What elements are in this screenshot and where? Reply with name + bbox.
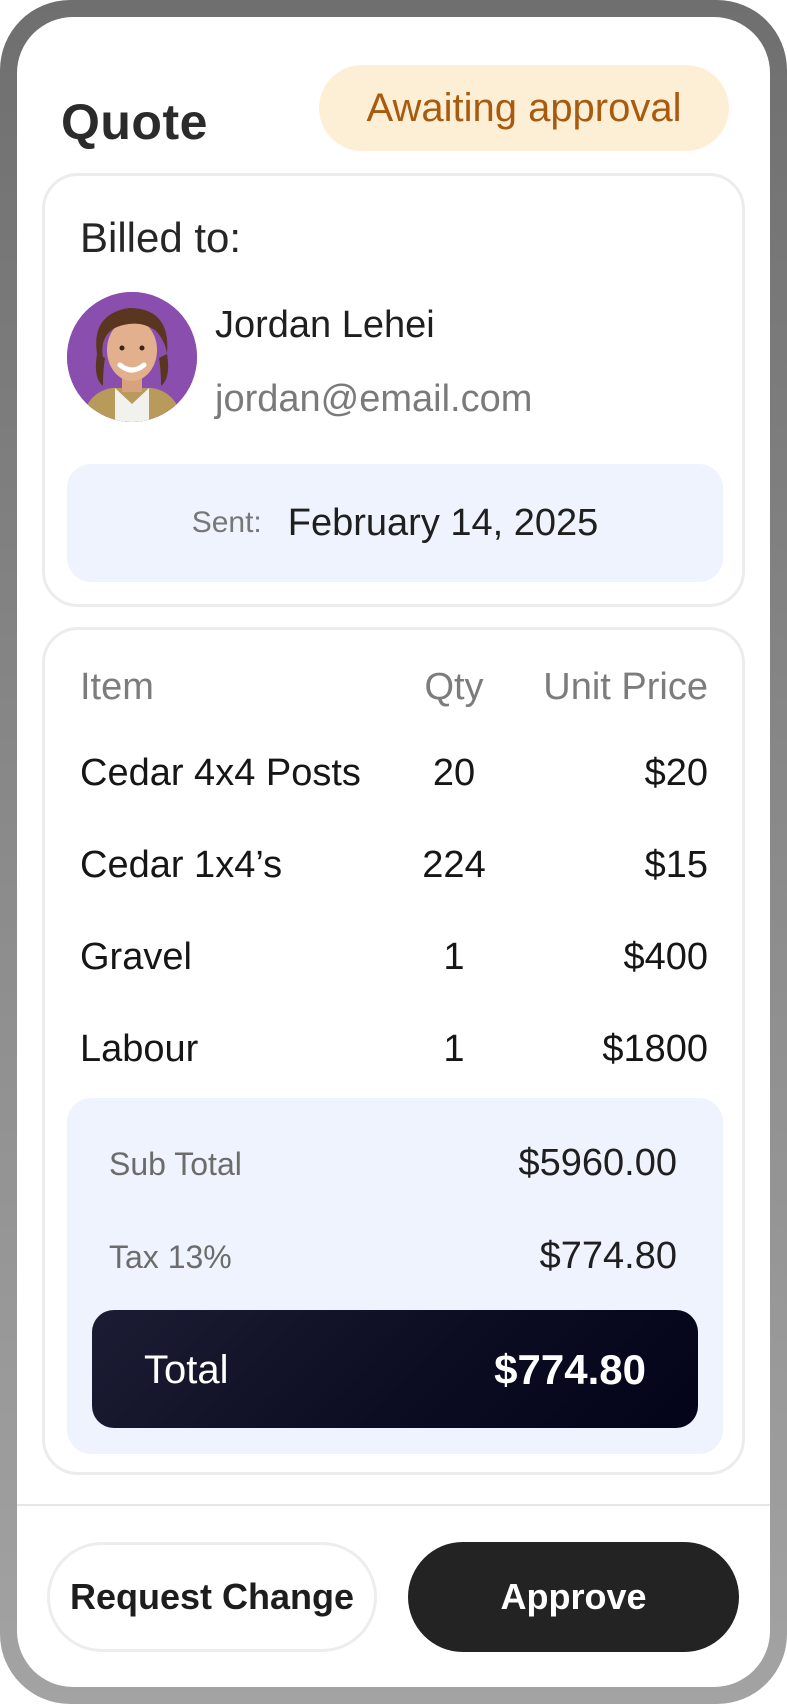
tax-label: Tax 13% xyxy=(109,1239,232,1275)
approve-button[interactable]: Approve xyxy=(408,1542,739,1652)
total-value: $774.80 xyxy=(494,1346,646,1393)
sent-date-box: Sent: February 14, 2025 xyxy=(67,464,723,582)
line-item-name: Cedar 1x4’s xyxy=(80,844,283,886)
grand-total-bar: Total $774.80 xyxy=(92,1310,698,1428)
sent-date: February 14, 2025 xyxy=(287,501,599,544)
subtotal-value: $5960.00 xyxy=(518,1142,678,1184)
avatar-photo-icon xyxy=(67,292,197,422)
line-item-qty: 20 xyxy=(432,752,476,794)
device-frame: Quote Awaiting approval Billed to: Jorda… xyxy=(0,0,787,1704)
request-change-button[interactable]: Request Change xyxy=(47,1542,377,1652)
sent-label: Sent: xyxy=(191,506,262,539)
status-badge: Awaiting approval xyxy=(319,65,729,151)
column-header-item: Item xyxy=(80,666,154,708)
line-item-qty: 1 xyxy=(443,1028,465,1070)
screen: Quote Awaiting approval Billed to: Jorda… xyxy=(17,17,770,1687)
header: Quote Awaiting approval xyxy=(17,17,770,167)
page-title: Quote xyxy=(61,94,208,150)
line-item-name: Cedar 4x4 Posts xyxy=(80,752,361,794)
line-item-name: Labour xyxy=(80,1028,199,1070)
totals-box: Sub Total $5960.00 Tax 13% $774.80 Total… xyxy=(67,1098,723,1454)
line-item-qty: 1 xyxy=(443,936,465,978)
subtotal-label: Sub Total xyxy=(109,1146,242,1182)
line-items-card: Item Qty Unit Price Cedar 4x4 Posts 20 $… xyxy=(42,627,745,1475)
line-item-price: $20 xyxy=(644,752,708,794)
column-header-unit-price: Unit Price xyxy=(543,666,708,708)
billed-to-label: Billed to: xyxy=(80,214,242,261)
line-item-price: $15 xyxy=(644,844,708,886)
line-item-qty: 224 xyxy=(422,844,486,886)
line-item-name: Gravel xyxy=(80,936,192,978)
column-header-qty: Qty xyxy=(424,666,484,708)
tax-value: $774.80 xyxy=(539,1235,677,1277)
billed-to-card: Billed to: Jordan Lehei jordan@email.com… xyxy=(42,173,745,607)
client-email: jordan@email.com xyxy=(215,378,533,420)
line-item-price: $1800 xyxy=(602,1028,708,1070)
footer-divider xyxy=(17,1504,770,1506)
line-item-price: $400 xyxy=(623,936,708,978)
client-name: Jordan Lehei xyxy=(215,304,435,346)
avatar xyxy=(67,292,197,422)
total-label: Total xyxy=(144,1348,229,1392)
